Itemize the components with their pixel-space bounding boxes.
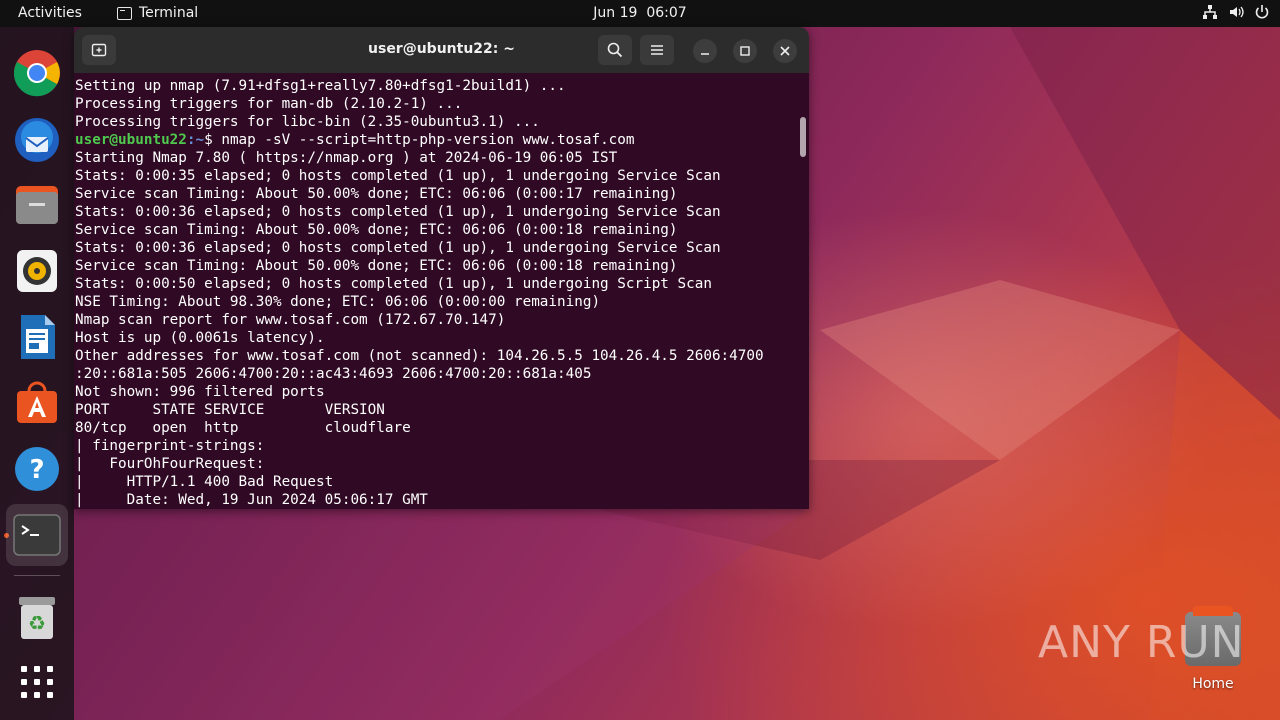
anyrun-watermark: ANY RUN: [1038, 612, 1245, 672]
dock-item-help[interactable]: ?: [12, 444, 62, 494]
close-icon: [780, 46, 790, 56]
dock-item-files[interactable]: [12, 180, 62, 230]
dock-item-show-apps[interactable]: [12, 657, 62, 707]
minimize-icon: [701, 53, 709, 55]
files-icon: [16, 186, 58, 224]
terminal-line: Host is up (0.0061s latency).: [75, 330, 325, 346]
terminal-line: Starting Nmap 7.80 ( https://nmap.org ) …: [75, 150, 618, 166]
terminal-line: | FourOhFourRequest:: [75, 456, 265, 472]
thunderbird-icon: [15, 118, 59, 162]
terminal-prompt-line: user@ubuntu22:~$ nmap -sV --script=http-…: [75, 131, 809, 149]
terminal-line: Stats: 0:00:50 elapsed; 0 hosts complete…: [75, 276, 712, 292]
terminal-line: Not shown: 996 filtered ports: [75, 384, 325, 400]
terminal-line: Processing triggers for man-db (2.10.2-1…: [75, 96, 463, 112]
dock-item-thunderbird[interactable]: [12, 114, 62, 164]
svg-text:♻: ♻: [28, 611, 46, 635]
terminal-line: NSE Timing: About 98.30% done; ETC: 06:0…: [75, 294, 601, 310]
show-apps-grid-icon: [21, 666, 53, 698]
system-status-area[interactable]: [1202, 4, 1270, 20]
dock-item-rhythmbox[interactable]: [12, 246, 62, 296]
terminal-line: Service scan Timing: About 50.00% done; …: [75, 186, 678, 202]
dock-item-terminal[interactable]: [6, 504, 68, 566]
terminal-line: | HTTP/1.1 400 Bad Request: [75, 474, 334, 490]
power-icon: [1255, 5, 1269, 19]
writer-icon: [21, 315, 55, 359]
terminal-window: user@ubuntu22: ~ Setting up nmap (7.91+d…: [74, 27, 809, 509]
prompt-symbol: $: [204, 132, 222, 148]
svg-text:?: ?: [29, 455, 44, 485]
close-button[interactable]: [773, 39, 797, 63]
prompt-command: nmap -sV --script=http-php-version www.t…: [221, 132, 635, 148]
terminal-line: | fingerprint-strings:: [75, 438, 265, 454]
terminal-titlebar[interactable]: user@ubuntu22: ~: [74, 27, 809, 73]
terminal-line: Stats: 0:00:36 elapsed; 0 hosts complete…: [75, 240, 721, 256]
prompt-path: :~: [186, 132, 205, 148]
dock: ? ♻: [0, 27, 74, 720]
terminal-icon: [117, 6, 132, 20]
trash-icon: ♻: [19, 597, 55, 639]
dock-separator: [14, 575, 60, 576]
clock-date: Jun 19: [593, 5, 638, 21]
help-icon: ?: [15, 447, 59, 491]
hamburger-menu-icon: [651, 45, 663, 55]
terminal-line: Nmap scan report for www.tosaf.com (172.…: [75, 312, 506, 328]
network-icon: [1203, 5, 1217, 19]
dock-item-chrome[interactable]: [12, 48, 62, 98]
app-menu-label: Terminal: [139, 5, 199, 21]
terminal-line: Setting up nmap (7.91+dfsg1+really7.80+d…: [75, 78, 566, 94]
prompt-user: user@ubuntu22: [75, 132, 187, 148]
chrome-icon: [13, 50, 60, 97]
terminal-line: :20::681a:505 2606:4700:20::ac43:4693 26…: [75, 366, 592, 382]
terminal-line: PORT STATE SERVICE VERSION: [75, 402, 385, 418]
terminal-output[interactable]: Setting up nmap (7.91+dfsg1+really7.80+d…: [74, 73, 809, 509]
search-button[interactable]: [598, 35, 632, 65]
terminal-line: Service scan Timing: About 50.00% done; …: [75, 222, 678, 238]
terminal-line: Stats: 0:00:35 elapsed; 0 hosts complete…: [75, 168, 721, 184]
search-icon: [607, 42, 623, 58]
app-center-icon: [17, 381, 57, 423]
dock-item-app-center[interactable]: [12, 378, 62, 428]
dock-item-writer[interactable]: [12, 312, 62, 362]
home-folder-label: Home: [1192, 676, 1234, 692]
clock-button[interactable]: Jun 19 06:07: [593, 5, 686, 21]
activities-button[interactable]: Activities: [18, 5, 82, 21]
app-menu[interactable]: Terminal: [117, 5, 198, 21]
terminal-line: 80/tcp open http cloudflare: [75, 420, 411, 436]
terminal-line: Other addresses for www.tosaf.com (not s…: [75, 348, 764, 364]
rhythmbox-icon: [17, 250, 57, 292]
terminal-app-icon: [13, 514, 61, 556]
terminal-line: | Date: Wed, 19 Jun 2024 05:06:17 GMT: [75, 492, 428, 508]
terminal-scrollbar[interactable]: [800, 117, 806, 157]
terminal-line: Service scan Timing: About 50.00% done; …: [75, 258, 678, 274]
watermark-logo-text: ANY RUN: [1038, 616, 1245, 668]
terminal-line: Processing triggers for libc-bin (2.35-0…: [75, 114, 540, 130]
terminal-line: Stats: 0:00:36 elapsed; 0 hosts complete…: [75, 204, 721, 220]
top-bar: Activities Terminal Jun 19 06:07: [0, 0, 1280, 27]
menu-button[interactable]: [640, 35, 674, 65]
dock-item-trash[interactable]: ♻: [12, 592, 62, 642]
clock-time: 06:07: [646, 5, 687, 21]
maximize-icon: [740, 46, 750, 56]
volume-icon: [1230, 6, 1244, 18]
minimize-button[interactable]: [693, 39, 717, 63]
maximize-button[interactable]: [733, 39, 757, 63]
